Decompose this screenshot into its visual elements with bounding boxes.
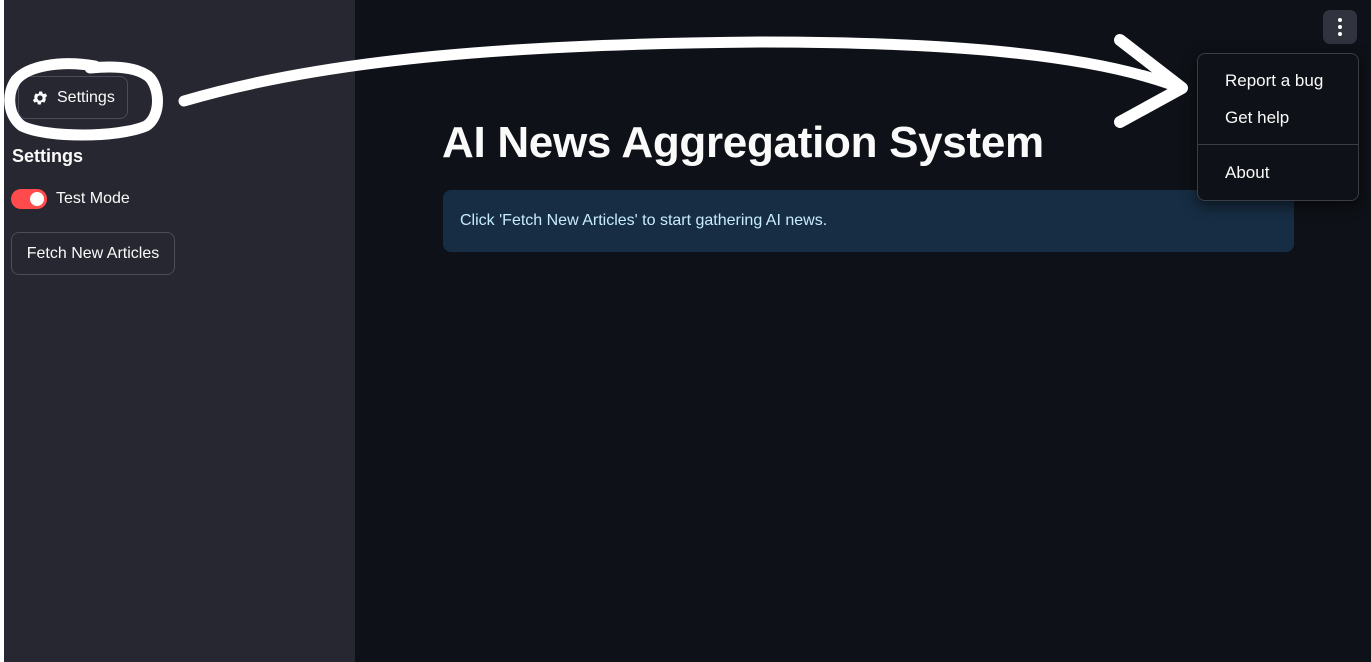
info-message: Click 'Fetch New Articles' to start gath… bbox=[460, 212, 828, 229]
info-alert: Click 'Fetch New Articles' to start gath… bbox=[443, 190, 1294, 252]
settings-button-label: Settings bbox=[57, 88, 115, 106]
vertical-dots-icon bbox=[1338, 18, 1342, 22]
test-mode-toggle[interactable] bbox=[11, 189, 47, 209]
toggle-knob bbox=[30, 192, 44, 206]
test-mode-row: Test Mode bbox=[11, 189, 130, 209]
page-title: AI News Aggregation System bbox=[442, 118, 1044, 167]
sidebar-heading: Settings bbox=[12, 146, 84, 166]
menu-item-about[interactable]: About bbox=[1225, 163, 1269, 183]
gear-icon bbox=[31, 89, 49, 107]
menu-divider bbox=[1198, 144, 1358, 145]
menu-item-get-help[interactable]: Get help bbox=[1225, 108, 1289, 128]
main-menu-button[interactable] bbox=[1323, 10, 1357, 44]
vertical-dots-icon bbox=[1338, 25, 1342, 29]
settings-button[interactable]: Settings bbox=[18, 76, 128, 119]
main-menu-dropdown: Report a bug Get help About bbox=[1197, 53, 1359, 201]
menu-item-report-bug[interactable]: Report a bug bbox=[1225, 71, 1323, 91]
test-mode-label: Test Mode bbox=[56, 190, 130, 207]
vertical-dots-icon bbox=[1338, 32, 1342, 36]
fetch-new-articles-button[interactable]: Fetch New Articles bbox=[11, 232, 175, 275]
